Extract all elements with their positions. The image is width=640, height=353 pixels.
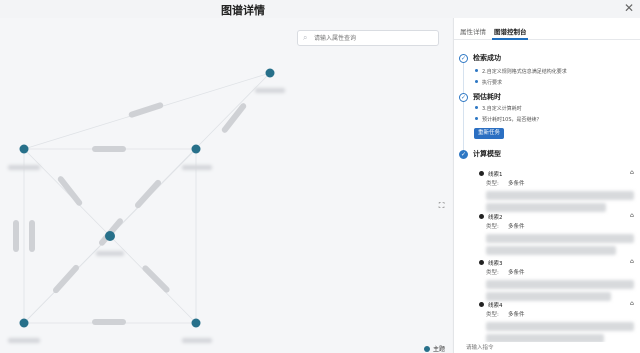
edge-label[interactable] (221, 102, 248, 134)
step-bullet: 2.自定义规则格式信息满足结构化要求 (475, 68, 567, 75)
graph-node[interactable] (191, 144, 201, 154)
clue-dot-icon (479, 302, 484, 307)
search-icon: ⌕ (303, 33, 308, 42)
clue-type-value: 多条件 (508, 224, 525, 230)
clue-detail (486, 280, 634, 289)
bell-icon[interactable]: ⌂ (630, 213, 636, 219)
edge-label[interactable] (57, 175, 84, 207)
node-label (182, 165, 212, 170)
bell-icon[interactable]: ⌂ (630, 259, 636, 265)
graph-node[interactable] (19, 318, 29, 328)
graph-node[interactable] (191, 318, 201, 328)
legend-label: 主题 (433, 346, 446, 353)
edge-label[interactable] (29, 220, 35, 252)
graph-node[interactable] (265, 68, 275, 78)
node-label (8, 165, 40, 170)
edge-label[interactable] (92, 319, 126, 325)
close-icon[interactable]: ✕ (624, 1, 634, 15)
clue-name: 线索4 (488, 303, 503, 309)
check-circle-icon: ✓ (459, 93, 468, 102)
bell-icon[interactable]: ⌂ (630, 301, 636, 307)
clue-type-label: 类型: (486, 270, 499, 276)
clue-type-label: 类型: (486, 312, 499, 318)
tab-graph-console[interactable]: 图谱控制台 (494, 26, 527, 36)
search-input[interactable] (314, 33, 436, 44)
clue-detail (486, 292, 611, 301)
edge-label[interactable] (141, 264, 171, 294)
graph-node[interactable] (105, 231, 115, 241)
edge-label[interactable] (52, 264, 81, 295)
clue-type-label: 类型: (486, 181, 499, 187)
clue-detail (486, 322, 634, 331)
edge-label[interactable] (134, 179, 163, 210)
graph-edge (23, 148, 111, 237)
node-label (96, 251, 124, 256)
step-bullet: 预计耗时10S，是否继续？ (475, 116, 542, 123)
step-bullet: 执行要求 (475, 79, 502, 86)
clue-name: 线索3 (488, 261, 503, 267)
check-circle-icon: ✓ (459, 150, 468, 159)
active-tab-indicator (492, 38, 528, 40)
clue-type-value: 多条件 (508, 312, 525, 318)
legend-dot-icon (424, 346, 430, 352)
check-circle-icon: ✓ (459, 54, 468, 63)
title-bar: 图谱详情 ✕ (0, 0, 640, 18)
side-panel: 属性详情 图谱控制台 ✓ 检索成功 2.自定义规则格式信息满足结构化要求 执行要… (453, 18, 640, 353)
edge-label[interactable] (92, 146, 126, 152)
tab-attribute-details[interactable]: 属性详情 (460, 26, 486, 36)
legend: 主题 (424, 344, 445, 353)
graph-canvas[interactable]: ⌕ ⛶ 主题 (0, 18, 452, 353)
clue-type-value: 多条件 (508, 270, 525, 276)
clue-detail (486, 203, 606, 212)
clue-type-label: 类型: (486, 224, 499, 230)
clue-dot-icon (479, 214, 484, 219)
clue-detail (486, 191, 634, 200)
step-title: 检索成功 (473, 54, 501, 62)
clue-detail (486, 246, 616, 255)
panel-tabs: 属性详情 图谱控制台 (454, 18, 640, 40)
clue-dot-icon (479, 171, 484, 176)
clue-dot-icon (479, 260, 484, 265)
step-title: 预估耗时 (473, 93, 501, 101)
graph-svg[interactable] (0, 18, 452, 353)
bell-icon[interactable]: ⌂ (630, 170, 636, 176)
page-title: 图谱详情 (221, 4, 265, 17)
timeline-line (463, 63, 464, 151)
edge-label[interactable] (13, 220, 19, 252)
clue-type-value: 多条件 (508, 181, 525, 187)
fit-view-icon[interactable]: ⛶ (437, 201, 446, 210)
node-label (182, 338, 212, 343)
search-box[interactable]: ⌕ (297, 30, 439, 46)
step-bullet: 3.自定义计算耗时 (475, 105, 522, 112)
node-label (8, 338, 40, 343)
command-input[interactable] (458, 342, 636, 353)
node-labels (8, 88, 285, 343)
graph-node[interactable] (19, 144, 29, 154)
node-label (255, 88, 285, 93)
clue-list: 线索1 ⌂ 类型: 多条件 线索2 ⌂ 类型: 多条件 线索3 ⌂ 类型: 多条… (454, 163, 640, 353)
edge-label[interactable] (128, 102, 164, 119)
clue-name: 线索2 (488, 215, 503, 221)
clue-detail (486, 234, 634, 243)
step-title: 计算模型 (473, 150, 501, 158)
retry-button[interactable]: 重新任务 (474, 128, 504, 139)
clue-name: 线索1 (488, 172, 503, 178)
edge-labels (13, 102, 247, 325)
